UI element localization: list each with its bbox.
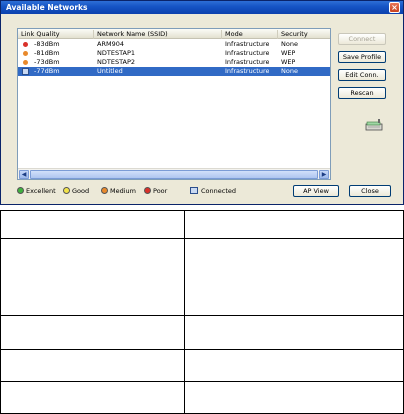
legend-connected: Connected	[190, 187, 236, 196]
title-bar[interactable]: Available Networks ×	[1, 1, 403, 14]
legend-excellent-label: Excellent	[26, 187, 56, 195]
row-ssid: NDTESTAP2	[97, 58, 136, 66]
table-cell	[0, 314, 185, 350]
table-row	[0, 314, 404, 350]
table-row	[0, 209, 404, 240]
poor-icon	[144, 187, 151, 194]
connected-icon	[22, 68, 29, 75]
medium-icon	[101, 187, 108, 194]
row-mode: Infrastructure	[225, 49, 270, 57]
table-cell	[0, 380, 185, 414]
scroll-thumb[interactable]	[30, 170, 318, 179]
legend-poor-label: Poor	[153, 187, 168, 195]
row-quality: -83dBm	[34, 40, 60, 48]
column-mode[interactable]: Mode	[222, 30, 278, 39]
row-mode: Infrastructure	[225, 40, 270, 48]
signal-medium-icon	[23, 60, 28, 65]
save-profile-button[interactable]: Save Profile	[338, 51, 386, 63]
signal-medium-icon	[23, 51, 28, 56]
network-row[interactable]: -83dBm ARM904 Infrastructure None	[18, 40, 330, 49]
legend-good: Good	[63, 187, 89, 196]
network-adapter-icon	[365, 119, 383, 131]
blank-table	[0, 209, 404, 414]
window-title: Available Networks	[6, 3, 88, 12]
legend-medium-label: Medium	[110, 187, 136, 195]
row-quality: -77dBm	[34, 67, 60, 75]
close-icon[interactable]: ×	[389, 2, 400, 13]
network-row[interactable]: -73dBm NDTESTAP2 Infrastructure WEP	[18, 58, 330, 67]
row-security: None	[281, 67, 298, 75]
table-row	[0, 348, 404, 382]
table-cell	[0, 209, 185, 240]
table-cell	[184, 238, 404, 316]
legend-connected-label: Connected	[201, 187, 237, 195]
legend-medium: Medium	[101, 187, 136, 196]
horizontal-scrollbar[interactable]: ◀ ▶	[18, 168, 330, 179]
row-quality: -73dBm	[34, 58, 60, 66]
table-row	[0, 380, 404, 414]
row-security: WEP	[281, 58, 296, 66]
table-cell	[0, 238, 185, 316]
table-row	[0, 238, 404, 316]
network-row[interactable]: -81dBm NDTESTAP1 Infrastructure WEP	[18, 49, 330, 58]
row-mode: Infrastructure	[225, 67, 270, 75]
legend-good-label: Good	[72, 187, 90, 195]
network-row-selected[interactable]: -77dBm Untitled Infrastructure None	[18, 67, 330, 76]
column-link-quality[interactable]: Link Quality	[18, 30, 94, 39]
table-cell	[184, 348, 404, 382]
network-list[interactable]: Link Quality Network Name (SSID) Mode Se…	[17, 28, 331, 180]
available-networks-dialog: Available Networks × Link Quality Networ…	[0, 0, 404, 205]
good-icon	[63, 187, 70, 194]
row-ssid: ARM904	[97, 40, 124, 48]
row-ssid: Untitled	[97, 67, 123, 75]
scroll-right-icon[interactable]: ▶	[319, 170, 329, 179]
excellent-icon	[17, 187, 24, 194]
row-security: None	[281, 40, 298, 48]
legend-poor: Poor	[144, 187, 167, 196]
rescan-button[interactable]: Rescan	[338, 87, 386, 99]
list-header: Link Quality Network Name (SSID) Mode Se…	[18, 29, 330, 39]
table-cell	[184, 380, 404, 414]
column-security[interactable]: Security	[278, 30, 331, 39]
row-security: WEP	[281, 49, 296, 57]
table-cell	[184, 314, 404, 350]
close-button[interactable]: Close	[349, 185, 391, 197]
table-cell	[0, 348, 185, 382]
table-cell	[184, 209, 404, 240]
row-ssid: NDTESTAP1	[97, 49, 136, 57]
edit-conn-button[interactable]: Edit Conn.	[338, 69, 386, 81]
column-ssid[interactable]: Network Name (SSID)	[94, 30, 222, 39]
ap-view-button[interactable]: AP View	[293, 185, 339, 197]
connected-icon	[190, 187, 198, 194]
signal-poor-icon	[23, 42, 28, 47]
connect-button[interactable]: Connect	[338, 33, 386, 45]
row-mode: Infrastructure	[225, 58, 270, 66]
legend-excellent: Excellent	[17, 187, 56, 196]
scroll-left-icon[interactable]: ◀	[19, 170, 29, 179]
row-quality: -81dBm	[34, 49, 60, 57]
